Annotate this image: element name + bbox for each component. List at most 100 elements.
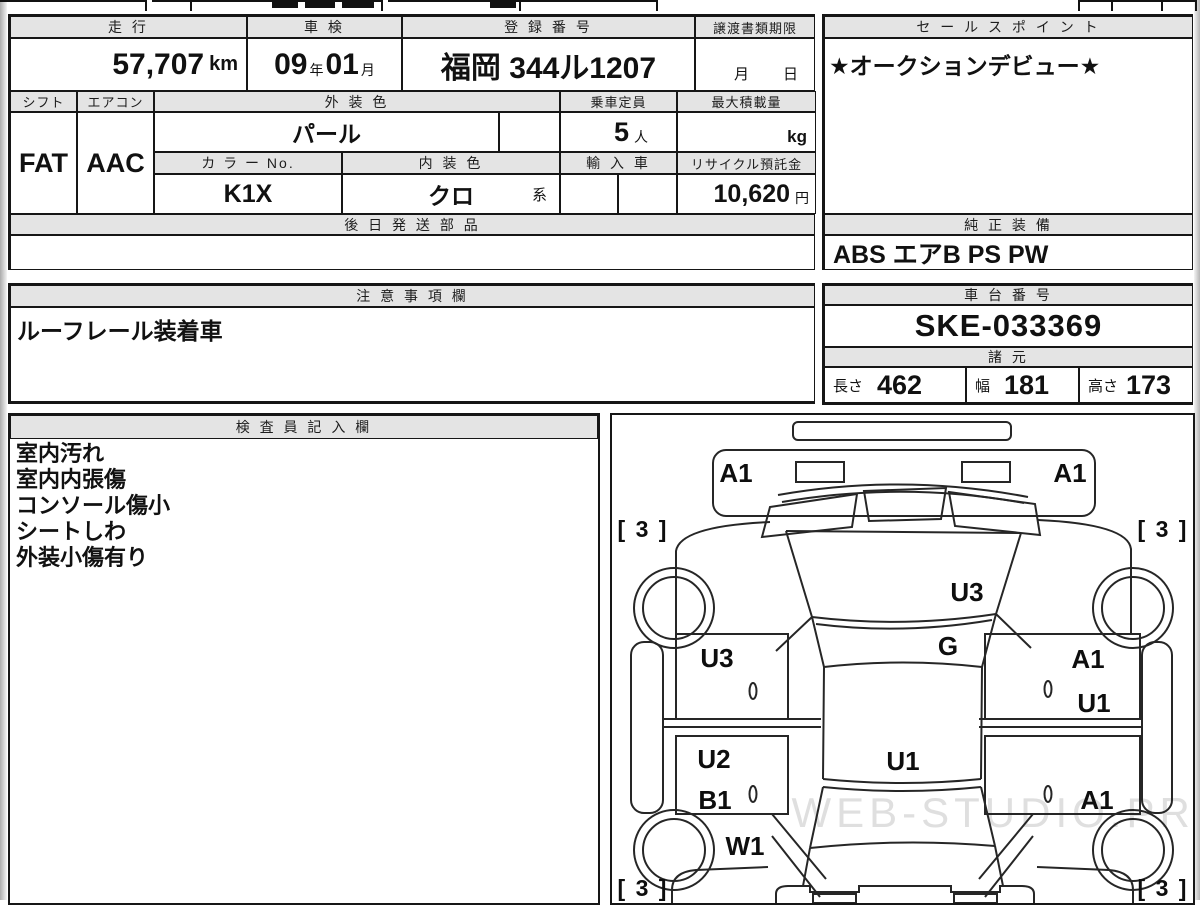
scan-edge-left <box>0 0 7 900</box>
sales-point-value: ★オークションデビュー★ <box>824 38 1193 214</box>
spec-height: 高さ 173 <box>1079 367 1193 403</box>
a-pillar-lines <box>775 613 1032 652</box>
notes-value: ルーフレール装着車 <box>10 307 815 402</box>
auction-sheet: { "header_row": { "mileage": {"label":"走… <box>0 0 1200 905</box>
capacity-header: 乗車定員 <box>560 91 677 112</box>
tire-mark-front-right: [ 3 ] <box>1138 516 1189 542</box>
spec-width: 幅 181 <box>966 367 1079 403</box>
max-load-unit: kg <box>787 127 807 146</box>
import-car-empty-1 <box>560 174 618 214</box>
inspector-note-line: 室内内張傷 <box>16 467 127 492</box>
damage-code-rear-fender-left: W1 <box>726 831 765 861</box>
notes-header: 注 意 事 項 欄 <box>10 285 815 307</box>
transfer-docs-header: 譲渡書類期限 <box>695 16 815 38</box>
damage-code-roof: U1 <box>886 746 919 776</box>
recycle-deposit-unit: 円 <box>795 190 809 206</box>
damage-code-rear-left-door-b: B1 <box>698 785 731 815</box>
damage-code-front-right-door-a: A1 <box>1071 644 1104 674</box>
bumper-marker-left <box>795 461 845 483</box>
rear-fender-left-shape <box>671 866 769 903</box>
inspector-header: 検 査 員 記 入 欄 <box>10 415 598 439</box>
roof-bottom-arc-1 <box>822 778 982 784</box>
hood-cowl-arc-1 <box>811 613 997 623</box>
spec-length: 長さ 462 <box>824 367 966 403</box>
damage-code-hood: U3 <box>950 577 983 607</box>
inspector-note-line: 室内汚れ <box>16 441 105 466</box>
hood-top-line <box>785 530 1022 534</box>
rear-left-door-handle <box>748 785 758 803</box>
left-sill-lines <box>663 718 821 728</box>
chassis-box: 車 台 番 号 SKE-033369 諸 元 長さ 462 幅 181 高さ 1… <box>822 283 1193 405</box>
rear-fender-right-shape <box>1036 866 1134 903</box>
exterior-color-value: パール <box>154 112 499 152</box>
specs-header: 諸 元 <box>824 347 1193 367</box>
later-parts-header: 後 日 発 送 部 品 <box>10 214 815 235</box>
damage-code-windshield: G <box>938 631 958 661</box>
damage-code-front-left-door: U3 <box>700 643 733 673</box>
rear-bumper-marker-right <box>953 893 998 904</box>
later-parts-value <box>10 235 815 270</box>
inspector-note-line: 外装小傷有り <box>16 545 149 570</box>
tire-mark-rear-left: [ 3 ] <box>618 875 669 901</box>
capacity-unit: 人 <box>634 129 648 145</box>
chassis-value: SKE-033369 <box>824 305 1193 347</box>
aircon-value: AAC <box>77 112 154 214</box>
max-load-header: 最大積載量 <box>677 91 816 112</box>
registration-value: 福岡 344ル1207 <box>402 38 695 91</box>
transfer-docs-value: 月 日 <box>695 38 815 91</box>
rear-left-door-shape <box>675 735 789 815</box>
front-fender-left-shape <box>675 521 771 633</box>
mileage-unit: km <box>209 53 238 75</box>
roof-bar-shape <box>792 421 1012 441</box>
watermark-text: WEB-STUDIO.PRO <box>791 789 1193 836</box>
interior-color-header: 内 装 色 <box>342 152 560 174</box>
bumper-marker-right <box>961 461 1011 483</box>
hatch-side-lines <box>802 845 1004 887</box>
inspector-notes: 室内汚れ 室内内張傷 コンソール傷小 シートしわ 外装小傷有り <box>10 441 598 571</box>
recycle-deposit-header: リサイクル預託金 <box>677 152 816 174</box>
damage-diagram-box: WEB-STUDIO.PRO A1 A1 U3 G U3 A1 U1 U2 U1… <box>610 413 1200 905</box>
tire-mark-front-left: [ 3 ] <box>618 516 669 542</box>
damage-code-front-right-door-b: U1 <box>1077 688 1110 718</box>
exterior-color-header: 外 装 色 <box>154 91 560 112</box>
damage-code-rear-right-door: A1 <box>1080 785 1113 815</box>
shift-header: シフト <box>10 91 77 112</box>
rocker-left-shape <box>630 641 664 814</box>
front-right-wheel <box>1092 567 1174 649</box>
front-right-door-shape <box>984 633 1141 720</box>
aircon-header: エアコン <box>77 91 154 112</box>
interior-color-suffix: 系 <box>531 187 547 204</box>
notes-box: 注 意 事 項 欄 ルーフレール装着車 <box>8 283 815 404</box>
mileage-value: 57,707 km <box>10 38 247 91</box>
chassis-header: 車 台 番 号 <box>824 285 1193 305</box>
inspector-note-line: シートしわ <box>16 519 127 544</box>
color-no-value: K1X <box>154 174 342 214</box>
inspection-header: 車 検 <box>247 16 402 38</box>
rear-glass-bottom-arc <box>809 841 996 849</box>
capacity-value: 5 人 <box>560 112 677 152</box>
max-load-value: kg <box>677 112 816 152</box>
right-sill-lines <box>979 718 1142 728</box>
inspector-box: 検 査 員 記 入 欄 室内汚れ 室内内張傷 コンソール傷小 シートしわ 外装小… <box>8 413 600 905</box>
exterior-color-empty-cell <box>499 112 560 152</box>
front-fender-right-shape <box>1037 519 1132 633</box>
grille-arc-1 <box>777 483 1029 498</box>
front-right-wheel-inner <box>1101 576 1165 640</box>
import-car-header: 輸 入 車 <box>560 152 677 174</box>
hood-side-lines <box>785 530 1022 618</box>
inspection-value: 09 年 01 月 <box>247 38 402 91</box>
front-left-door-handle <box>748 682 758 700</box>
front-right-door-handle <box>1043 680 1053 698</box>
color-no-header: カ ラ ー No. <box>154 152 342 174</box>
car-diagram: WEB-STUDIO.PRO A1 A1 U3 G U3 A1 U1 U2 U1… <box>618 421 1200 904</box>
damage-code-front-bumper-right: A1 <box>1053 458 1086 488</box>
genuine-equipment-header: 純 正 装 備 <box>824 214 1193 235</box>
rear-left-wheel-inner <box>642 818 706 882</box>
import-car-empty-2 <box>618 174 677 214</box>
headlight-right-shape <box>947 490 1042 537</box>
damage-code-front-bumper-left: A1 <box>719 458 752 488</box>
front-left-wheel-inner <box>642 576 706 640</box>
genuine-equipment-value: ABS エアB PS PW <box>824 235 1193 270</box>
interior-color-value: クロ 系 <box>342 174 560 214</box>
shift-value: FAT <box>10 112 77 214</box>
